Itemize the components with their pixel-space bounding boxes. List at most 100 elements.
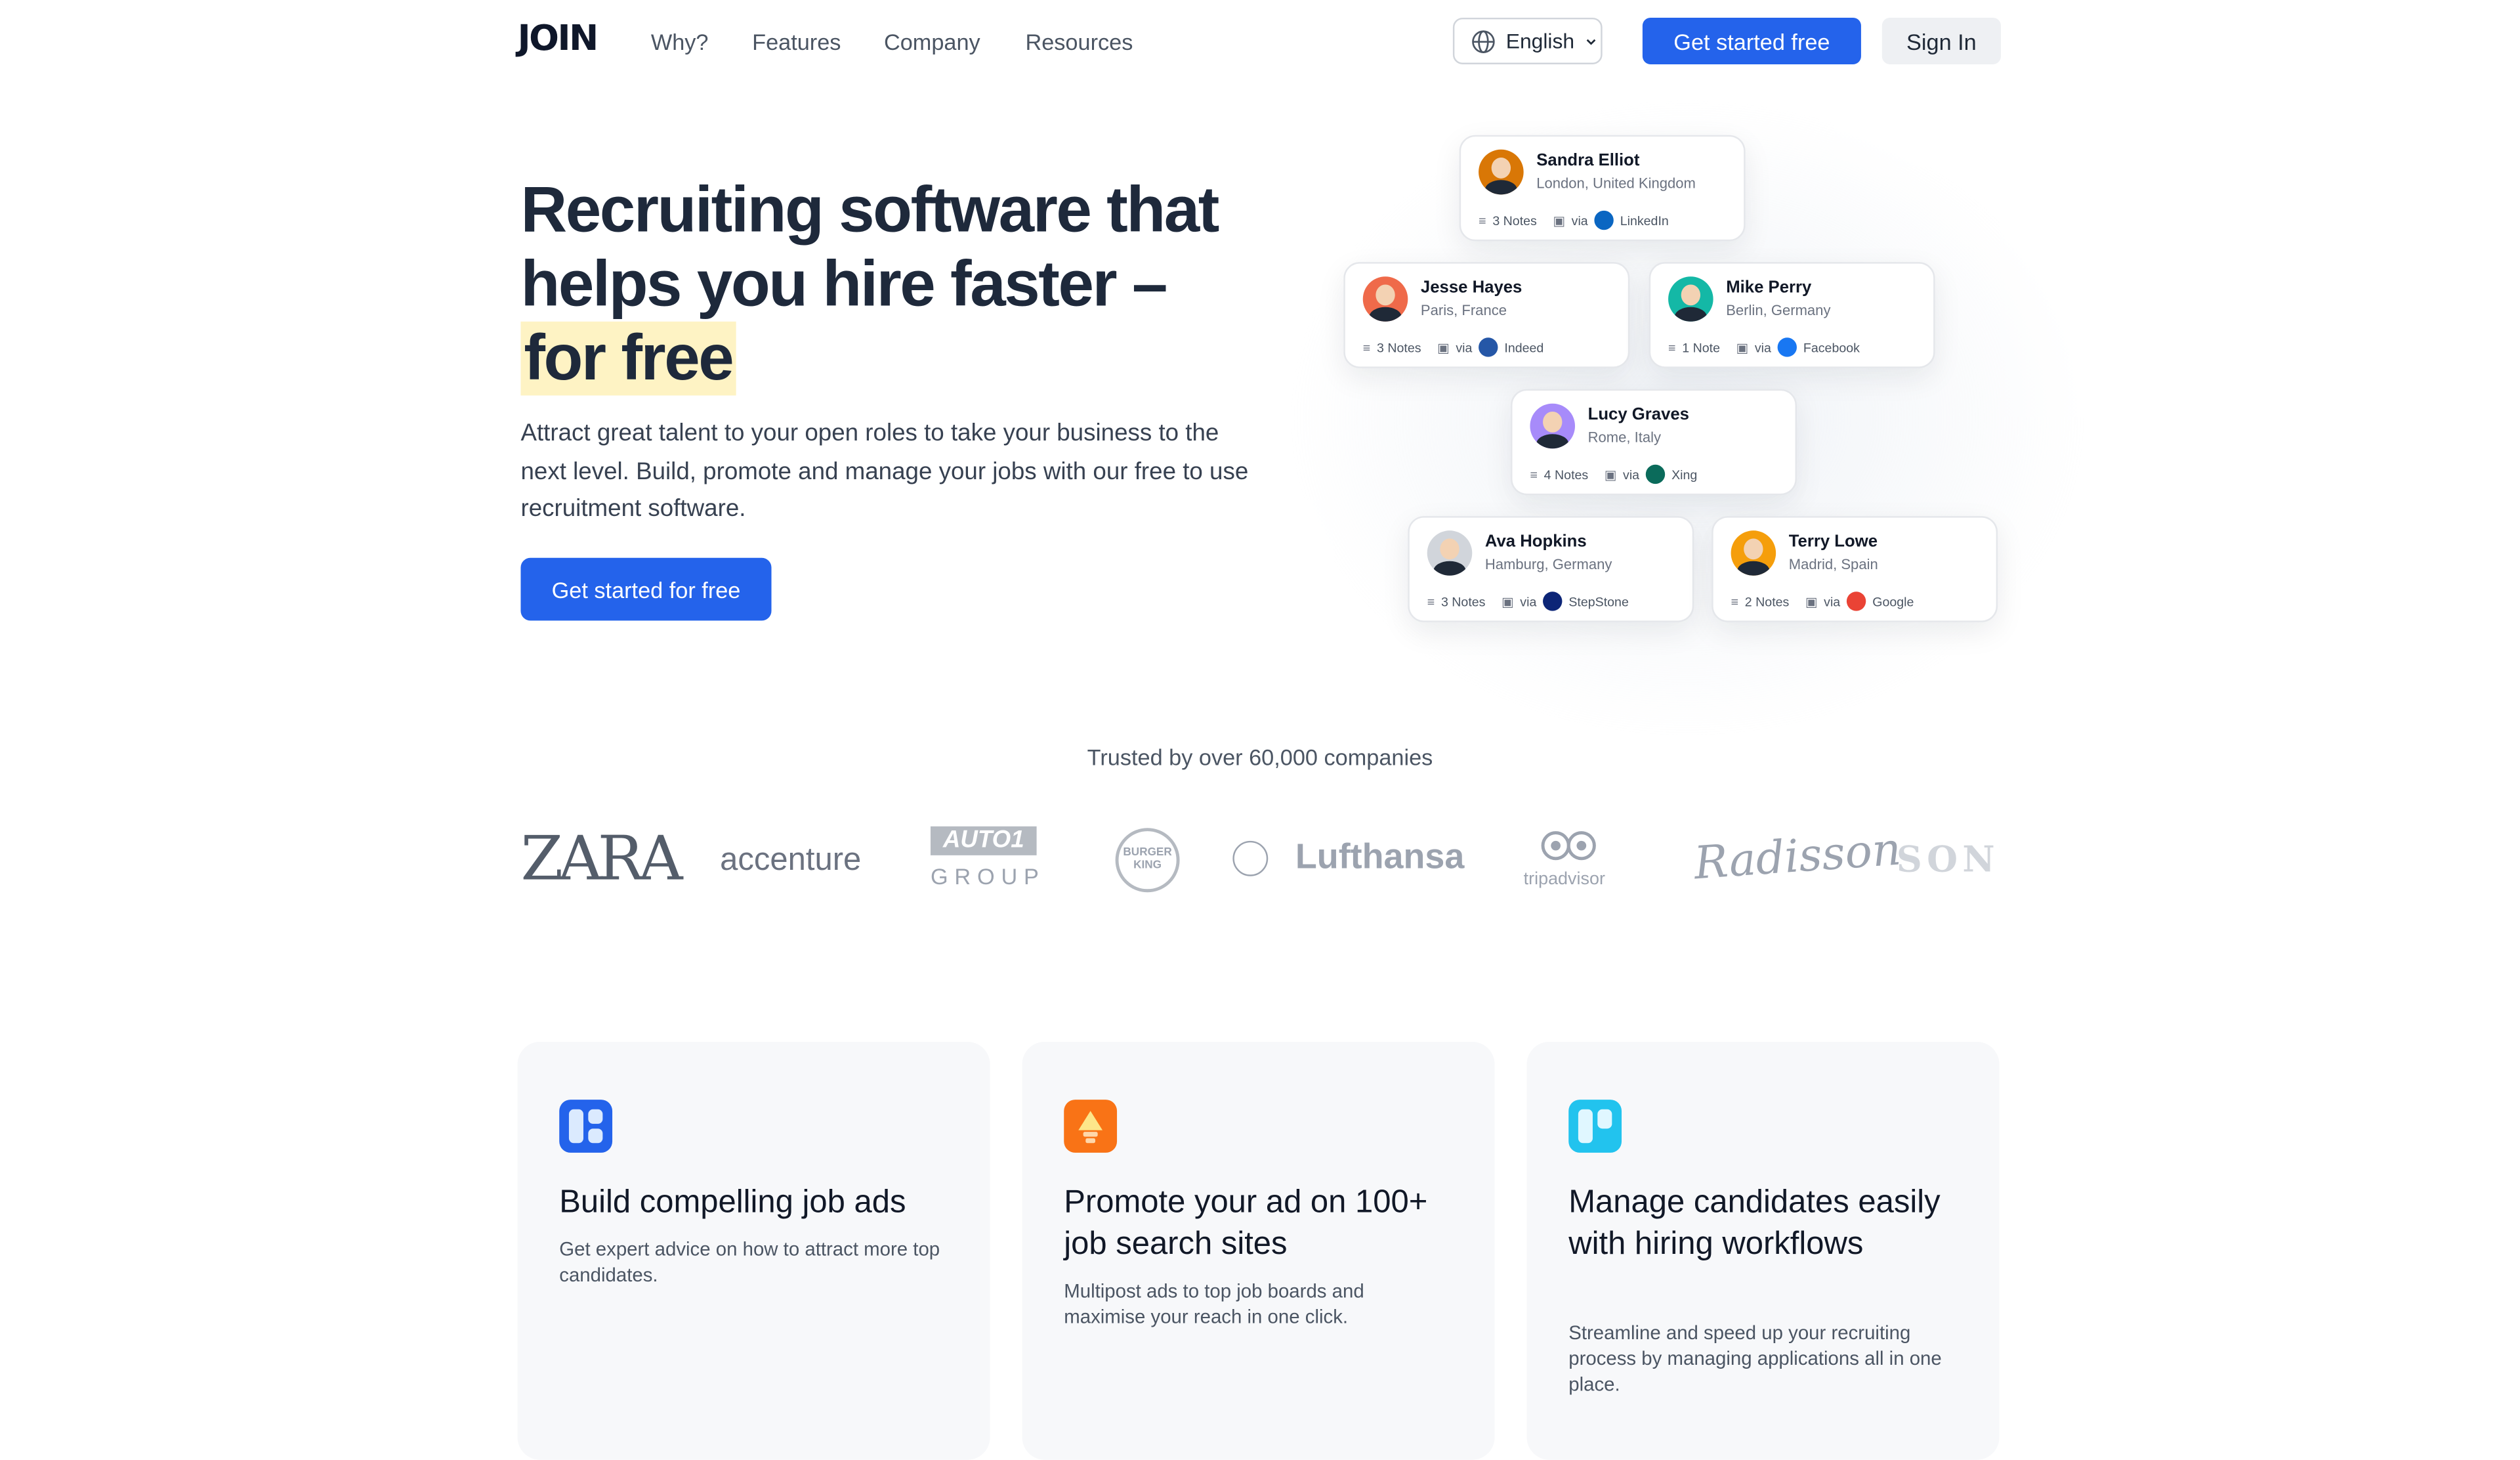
notes-count: 4 Notes [1544, 467, 1589, 482]
candidate-location: Madrid, Spain [1788, 556, 1878, 572]
tripadvisor-logo: tripadvisor [1523, 869, 1605, 890]
via-label: via [1571, 213, 1588, 228]
via-label: via [1623, 467, 1640, 482]
accenture-logo: accenture [720, 842, 862, 878]
notes-count: 3 Notes [1492, 213, 1537, 228]
feature-description: Streamline and speed up your recruiting … [1568, 1321, 1942, 1396]
join-logo[interactable]: JOIN [518, 19, 599, 59]
auto1-logo: AUTO1 [930, 826, 1037, 855]
candidate-name: Jesse Hayes [1420, 278, 1522, 298]
candidate-name: Terry Lowe [1788, 532, 1878, 552]
candidate-card[interactable]: Lucy Graves Rome, Italy ≡ 4 Notes ▣ via Xing [1511, 389, 1797, 496]
chevron-down-icon [1586, 38, 1595, 45]
inbox-icon: ▣ [1604, 467, 1617, 482]
candidate-card[interactable]: Ava Hopkins Hamburg, Germany ≡ 3 Notes ▣ via S… [1408, 516, 1694, 622]
candidate-meta: ≡ 3 Notes ▣ via StepStone [1427, 591, 1629, 611]
tripadvisor-owl-icon [1540, 830, 1597, 862]
candidate-location: Rome, Italy [1587, 429, 1662, 446]
globe-icon [1472, 30, 1495, 53]
notes-icon: ≡ [1362, 339, 1371, 355]
zara-logo: ZARA [520, 823, 682, 894]
feature-card-promote: Promote your ad on 100+ job search sites… [1022, 1041, 1495, 1460]
sign-in-button[interactable]: Sign In [1881, 17, 2002, 64]
source-icon [1645, 464, 1666, 484]
via-label: via [1520, 593, 1537, 609]
get-started-free-button[interactable]: Get started free [1642, 17, 1861, 64]
nav-features[interactable]: Features [752, 29, 841, 54]
company-logos: ZARA accenture AUTO1 GROUP BURGER KING L… [518, 820, 2000, 900]
source-name: Facebook [1803, 339, 1860, 355]
candidate-location: Hamburg, Germany [1484, 556, 1612, 572]
burger-king-logo: BURGER KING [1115, 828, 1180, 893]
source-name: StepStone [1568, 593, 1629, 609]
source-icon [1594, 210, 1614, 230]
avatar [1668, 276, 1713, 322]
inbox-icon: ▣ [1501, 593, 1514, 609]
avatar [1479, 149, 1524, 195]
radisson-logo: Radisson [1692, 822, 1903, 890]
get-started-for-free-button[interactable]: Get started for free [520, 557, 772, 621]
candidate-meta: ≡ 4 Notes ▣ via Xing [1530, 464, 1698, 484]
candidate-card[interactable]: Mike Perry Berlin, Germany ≡ 1 Note ▣ via Face… [1648, 262, 1935, 368]
feature-title: Promote your ad on 100+ job search sites [1064, 1184, 1428, 1262]
source-icon [1479, 337, 1498, 357]
hero-title-highlight: for free [520, 321, 736, 396]
feature-card-build: Build compelling job ads Get expert advi… [517, 1041, 990, 1460]
notes-count: 1 Note [1682, 339, 1721, 355]
candidate-meta: ≡ 2 Notes ▣ via Google [1731, 591, 1914, 611]
inbox-icon: ▣ [1437, 339, 1450, 355]
notes-icon: ≡ [1530, 467, 1538, 482]
feature-card-manage: Manage candidates easily with hiring wor… [1526, 1041, 2000, 1460]
avatar [1530, 403, 1576, 449]
source-icon [1543, 591, 1563, 611]
candidate-card[interactable]: Sandra Elliot London, United Kingdom ≡ 3 No… [1459, 135, 1746, 242]
hero-title-line-2: helps you hire faster – [520, 249, 1167, 320]
hero-title: Recruiting software that helps you hire … [520, 173, 1276, 396]
inbox-icon: ▣ [1805, 593, 1818, 609]
candidate-card[interactable]: Terry Lowe Madrid, Spain ≡ 2 Notes ▣ via Googl… [1712, 516, 1998, 622]
lufthansa-logo: Lufthansa [1295, 836, 1465, 876]
source-name: Indeed [1504, 339, 1544, 355]
avatar [1362, 276, 1408, 322]
candidate-name: Ava Hopkins [1484, 532, 1587, 552]
via-label: via [1456, 339, 1473, 355]
notes-icon: ≡ [1427, 593, 1435, 609]
notes-count: 3 Notes [1440, 593, 1486, 609]
feature-description: Multipost ads to top job boards and maxi… [1064, 1279, 1364, 1328]
layout-icon [559, 1100, 613, 1153]
nav-resources[interactable]: Resources [1025, 29, 1133, 54]
lufthansa-crane-icon [1232, 840, 1269, 876]
hero-title-line-1: Recruiting software that [520, 175, 1219, 246]
source-name: LinkedIn [1620, 213, 1669, 228]
candidate-meta: ≡ 3 Notes ▣ via LinkedIn [1479, 210, 1669, 230]
hero-subtitle: Attract great talent to your open roles … [520, 419, 1249, 523]
via-label: via [1754, 339, 1771, 355]
page: JOIN Why? Features Company Resources Eng… [0, 0, 2520, 1460]
avatar [1731, 530, 1776, 576]
nav-company[interactable]: Company [884, 29, 980, 54]
language-label: English [1505, 29, 1575, 53]
notes-icon: ≡ [1479, 213, 1486, 228]
notes-count: 2 Notes [1744, 593, 1790, 609]
inbox-icon: ▣ [1736, 339, 1749, 355]
candidate-name: Mike Perry [1726, 278, 1812, 298]
feature-description: Get expert advice on how to attract more… [559, 1237, 940, 1287]
source-name: Xing [1671, 467, 1698, 482]
candidate-card[interactable]: Jesse Hayes Paris, France ≡ 3 Notes ▣ via Inde… [1343, 262, 1630, 368]
trusted-by-label: Trusted by over 60,000 companies [1087, 744, 1433, 771]
sony-logo: SONY [1896, 839, 2000, 882]
language-selector[interactable]: English [1452, 17, 1603, 64]
avatar [1427, 530, 1473, 576]
kanban-icon [1568, 1100, 1622, 1153]
notes-icon: ≡ [1731, 593, 1739, 609]
source-name: Google [1872, 593, 1914, 609]
source-icon [1847, 591, 1866, 611]
nav-why[interactable]: Why? [651, 29, 709, 54]
candidate-name: Sandra Elliot [1536, 151, 1640, 171]
notes-count: 3 Notes [1376, 339, 1421, 355]
source-icon [1777, 337, 1797, 357]
feature-title: Manage candidates easily with hiring wor… [1568, 1184, 1941, 1262]
auto1-group-logo: GROUP [930, 863, 1045, 890]
candidate-meta: ≡ 3 Notes ▣ via Indeed [1362, 337, 1544, 357]
notes-icon: ≡ [1668, 339, 1676, 355]
